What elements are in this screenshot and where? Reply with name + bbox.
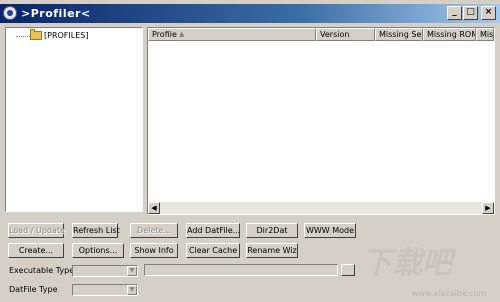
profile-tree[interactable]: [PROFILES] [5, 27, 143, 212]
minimize-button[interactable]: _ [447, 6, 462, 20]
executable-path-field[interactable] [144, 264, 338, 276]
app-icon[interactable] [3, 6, 17, 20]
horizontal-scrollbar[interactable]: ◀ ▶ [148, 202, 494, 214]
column-header-mis[interactable]: Mis [476, 28, 494, 41]
datfile-type-select[interactable]: ▼ [72, 284, 138, 296]
folder-icon [30, 29, 42, 40]
load-update-button[interactable]: Load / Update [8, 223, 65, 238]
options-button[interactable]: Options... [72, 243, 124, 258]
create-button[interactable]: Create... [8, 243, 64, 258]
scroll-right-icon[interactable]: ▶ [482, 202, 494, 214]
www-mode-button[interactable]: WWW Mode [304, 223, 356, 238]
window-title: >Profiler< [21, 7, 91, 20]
datfile-type-label: DatFile Type [9, 285, 58, 294]
dir2dat-button[interactable]: Dir2Dat [246, 223, 298, 238]
show-info-button[interactable]: Show Info [130, 243, 178, 258]
profile-list[interactable]: Profile▲ Version Missing Sets Missing RO… [147, 27, 495, 215]
list-header: Profile▲ Version Missing Sets Missing RO… [148, 28, 494, 41]
column-profile-label: Profile [152, 30, 177, 39]
close-button[interactable]: × [481, 6, 496, 20]
title-bar[interactable]: >Profiler< _ □ × [0, 4, 500, 23]
executable-type-select[interactable]: ▼ [72, 265, 138, 277]
clear-cache-button[interactable]: Clear Cache [186, 243, 240, 258]
rename-wiz-button[interactable]: Rename Wiz [246, 243, 298, 258]
sort-ascending-icon: ▲ [179, 30, 185, 38]
refresh-list-button[interactable]: Refresh List [72, 223, 120, 238]
column-header-missing-sets[interactable]: Missing Sets [375, 28, 423, 41]
column-header-profile[interactable]: Profile ▲ [148, 28, 316, 41]
column-header-missing-roms[interactable]: Missing ROMs [423, 28, 476, 41]
tree-connector [16, 36, 30, 38]
executable-type-label: Executable Type [9, 266, 75, 275]
column-header-version[interactable]: Version [316, 28, 375, 41]
tree-root-label[interactable]: [PROFILES] [44, 31, 88, 40]
maximize-button[interactable]: □ [463, 6, 478, 20]
add-datfile-button[interactable]: Add DatFile... [186, 223, 240, 238]
scroll-left-icon[interactable]: ◀ [148, 202, 160, 214]
chevron-down-icon[interactable]: ▼ [127, 285, 137, 295]
chevron-down-icon[interactable]: ▼ [127, 266, 137, 276]
delete-button[interactable]: Delete... [130, 223, 178, 238]
browse-button[interactable] [341, 264, 355, 276]
watermark-url: www.xiazaiba.com [412, 289, 487, 298]
